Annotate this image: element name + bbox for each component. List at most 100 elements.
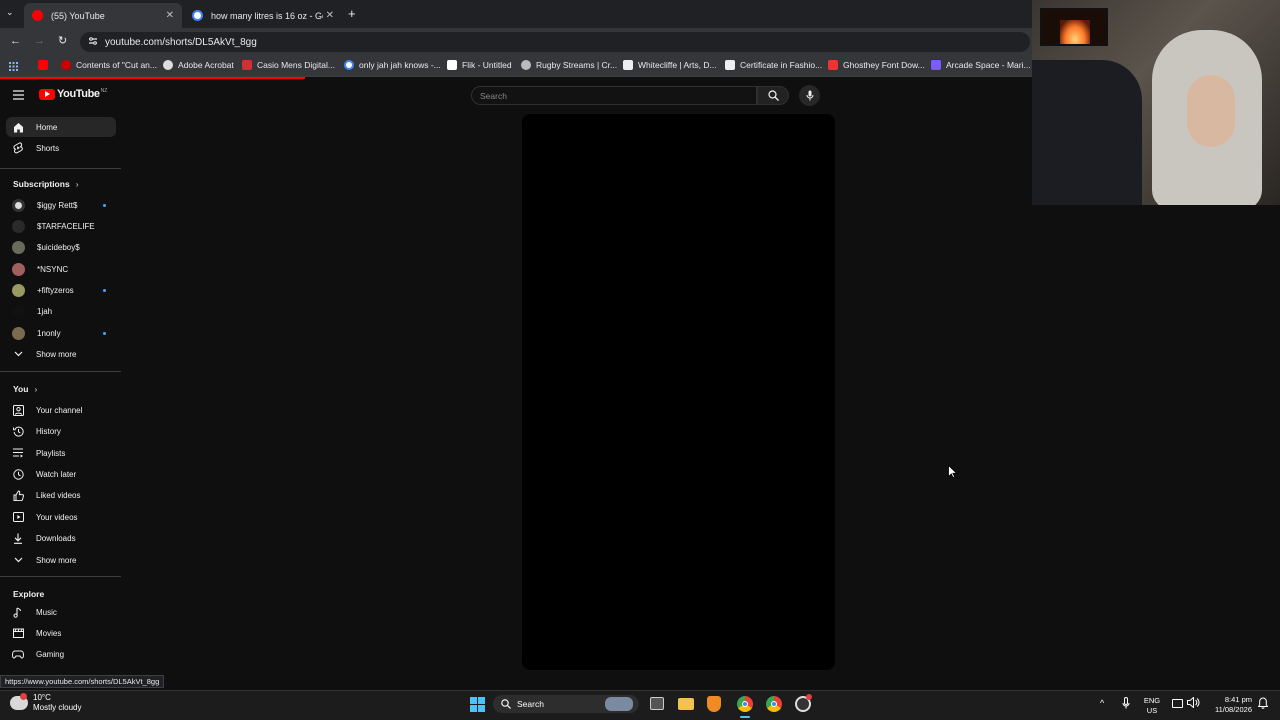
sidebar-item-label: *NSYNC [37, 264, 69, 274]
close-tab-icon[interactable]: ✕ [326, 10, 334, 21]
forward-icon[interactable]: → [34, 35, 45, 47]
link-status-bubble: https://www.youtube.com/shorts/DL5AkVt_8… [0, 675, 165, 688]
sidebar-item-home[interactable]: Home [6, 117, 116, 137]
language-indicator[interactable]: ENG US [1140, 696, 1164, 716]
youtube-logo[interactable]: YouTube NZ [39, 88, 107, 100]
voice-search-button[interactable] [799, 85, 820, 106]
bookmark-item[interactable]: only jah jah knows -... [344, 60, 441, 70]
bookmark-item[interactable]: Adobe Acrobat [163, 60, 234, 70]
explore-heading: Explore [13, 589, 45, 599]
sidebar-subscription[interactable]: 1jah [6, 301, 116, 321]
obs-icon[interactable] [795, 694, 812, 712]
webcam-overlay [1032, 0, 1280, 205]
bookmark-youtube-icon[interactable] [38, 60, 53, 70]
menu-icon[interactable] [13, 90, 24, 100]
microphone-icon[interactable] [1122, 697, 1130, 709]
close-tab-icon[interactable]: ✕ [166, 10, 174, 21]
shorts-icon [12, 142, 24, 154]
task-view-icon[interactable] [650, 697, 664, 710]
sidebar-item-history[interactable]: History [6, 421, 116, 441]
bookmark-item[interactable]: Ghosthey Font Dow... [828, 60, 925, 70]
show-more-you[interactable]: Show more [6, 550, 116, 570]
bookmark-favicon-icon [623, 60, 633, 70]
sidebar-item-playlists[interactable]: Playlists [6, 443, 116, 463]
search-icon [767, 90, 779, 101]
channel-avatar [12, 304, 25, 318]
sidebar-subscription[interactable]: $iggy Rett$ [6, 195, 116, 215]
show-hidden-icons[interactable]: ^ [1100, 698, 1104, 708]
sidebar-subscription[interactable]: +fiftyzeros [6, 280, 116, 300]
sidebar-subscription[interactable]: *NSYNC [6, 259, 116, 279]
reload-icon[interactable]: ↻ [58, 34, 67, 47]
bookmark-item[interactable]: Casio Mens Digital... [242, 60, 335, 70]
sidebar-item-liked-videos[interactable]: Liked videos [6, 485, 116, 505]
sidebar-item-label: Music [36, 607, 57, 617]
chevron-down-icon [12, 348, 24, 360]
weather-widget[interactable]: 10°C Mostly cloudy [10, 693, 81, 713]
apps-grid-icon[interactable] [9, 62, 18, 71]
subscriptions-heading[interactable]: Subscriptions › [13, 179, 79, 189]
clock-date: 11/08/2026 [1215, 705, 1252, 714]
you-heading[interactable]: You › [13, 384, 37, 394]
back-icon[interactable]: ← [10, 35, 21, 47]
movies-icon [12, 627, 24, 639]
new-tab-button[interactable]: + [348, 6, 356, 21]
bookmark-item[interactable]: Rugby Streams | Cr... [521, 60, 617, 70]
history-icon [12, 425, 24, 437]
recording-badge [806, 694, 812, 700]
sidebar-item-label: History [36, 426, 61, 436]
sidebar-item-label: Downloads [36, 533, 76, 543]
chrome-icon[interactable] [737, 696, 753, 712]
bookmark-favicon-icon [163, 60, 173, 70]
bookmark-favicon-icon [447, 60, 457, 70]
channel-avatar [12, 326, 25, 340]
sidebar-divider [0, 576, 121, 577]
fl-studio-icon[interactable] [707, 696, 721, 712]
taskbar-search[interactable]: Search [493, 695, 639, 713]
clock[interactable]: 8:41 pm 11/08/2026 [1204, 695, 1252, 715]
sidebar-item-movies[interactable]: Movies [6, 623, 116, 643]
address-bar[interactable]: youtube.com/shorts/DL5AkVt_8gg [80, 32, 1030, 52]
sidebar-subscription[interactable]: $uicideboy$ [6, 237, 116, 257]
bookmark-item[interactable]: Flik - Untitled [447, 60, 512, 70]
sidebar-item-watch-later[interactable]: Watch later [6, 464, 116, 484]
start-button[interactable] [470, 697, 485, 712]
sidebar-item-your-videos[interactable]: Your videos [6, 507, 116, 527]
bookmark-item[interactable]: Certificate in Fashio... [725, 60, 822, 70]
region-code: NZ [100, 88, 108, 94]
shorts-video-player[interactable] [522, 114, 835, 670]
chrome-icon[interactable] [766, 696, 782, 712]
notifications-bell-icon[interactable] [1258, 697, 1268, 709]
sidebar-item-your-channel[interactable]: Your channel [6, 400, 116, 420]
search-button[interactable] [757, 86, 789, 105]
tab-google[interactable]: how many litres is 16 oz - Goog ✕ [184, 3, 342, 28]
sidebar-divider [0, 168, 121, 169]
sidebar-item-downloads[interactable]: Downloads [6, 528, 116, 548]
bookmark-item[interactable]: Whitecliffe | Arts, D... [623, 60, 717, 70]
site-info-icon[interactable] [88, 36, 98, 46]
thumbs-up-icon [12, 489, 24, 501]
sidebar-item-gaming[interactable]: Gaming [6, 644, 116, 664]
sidebar-item-music[interactable]: Music [6, 602, 116, 622]
volume-icon[interactable] [1187, 697, 1200, 708]
file-explorer-icon[interactable] [678, 698, 694, 710]
sidebar-item-label: $TARFACELIFE [37, 221, 95, 231]
person-face [1187, 75, 1235, 147]
sidebar-item-label: Playlists [36, 448, 66, 458]
chevron-right-icon: › [75, 179, 79, 189]
search-input[interactable]: Search [471, 86, 757, 105]
sidebar-item-shorts[interactable]: Shorts [6, 138, 116, 158]
sidebar-item-label: Show more [36, 349, 77, 359]
sidebar-subscription[interactable]: $TARFACELIFE [6, 216, 116, 236]
tab-youtube[interactable]: (55) YouTube ✕ [24, 3, 182, 28]
weather-temperature: 10°C [33, 693, 51, 702]
windows-taskbar [0, 690, 1280, 720]
bookmark-item[interactable]: Contents of "Cut an... [61, 60, 157, 70]
show-more-subscriptions[interactable]: Show more [6, 344, 116, 364]
sidebar-subscription[interactable]: 1nonly [6, 323, 116, 343]
tab-search-button[interactable]: ⌄ [6, 7, 14, 18]
network-icon[interactable] [1172, 699, 1183, 708]
microphone-icon [806, 90, 813, 101]
bookmark-item[interactable]: Arcade Space - Mari... [931, 60, 1031, 70]
sidebar-item-label: Movies [36, 628, 62, 638]
